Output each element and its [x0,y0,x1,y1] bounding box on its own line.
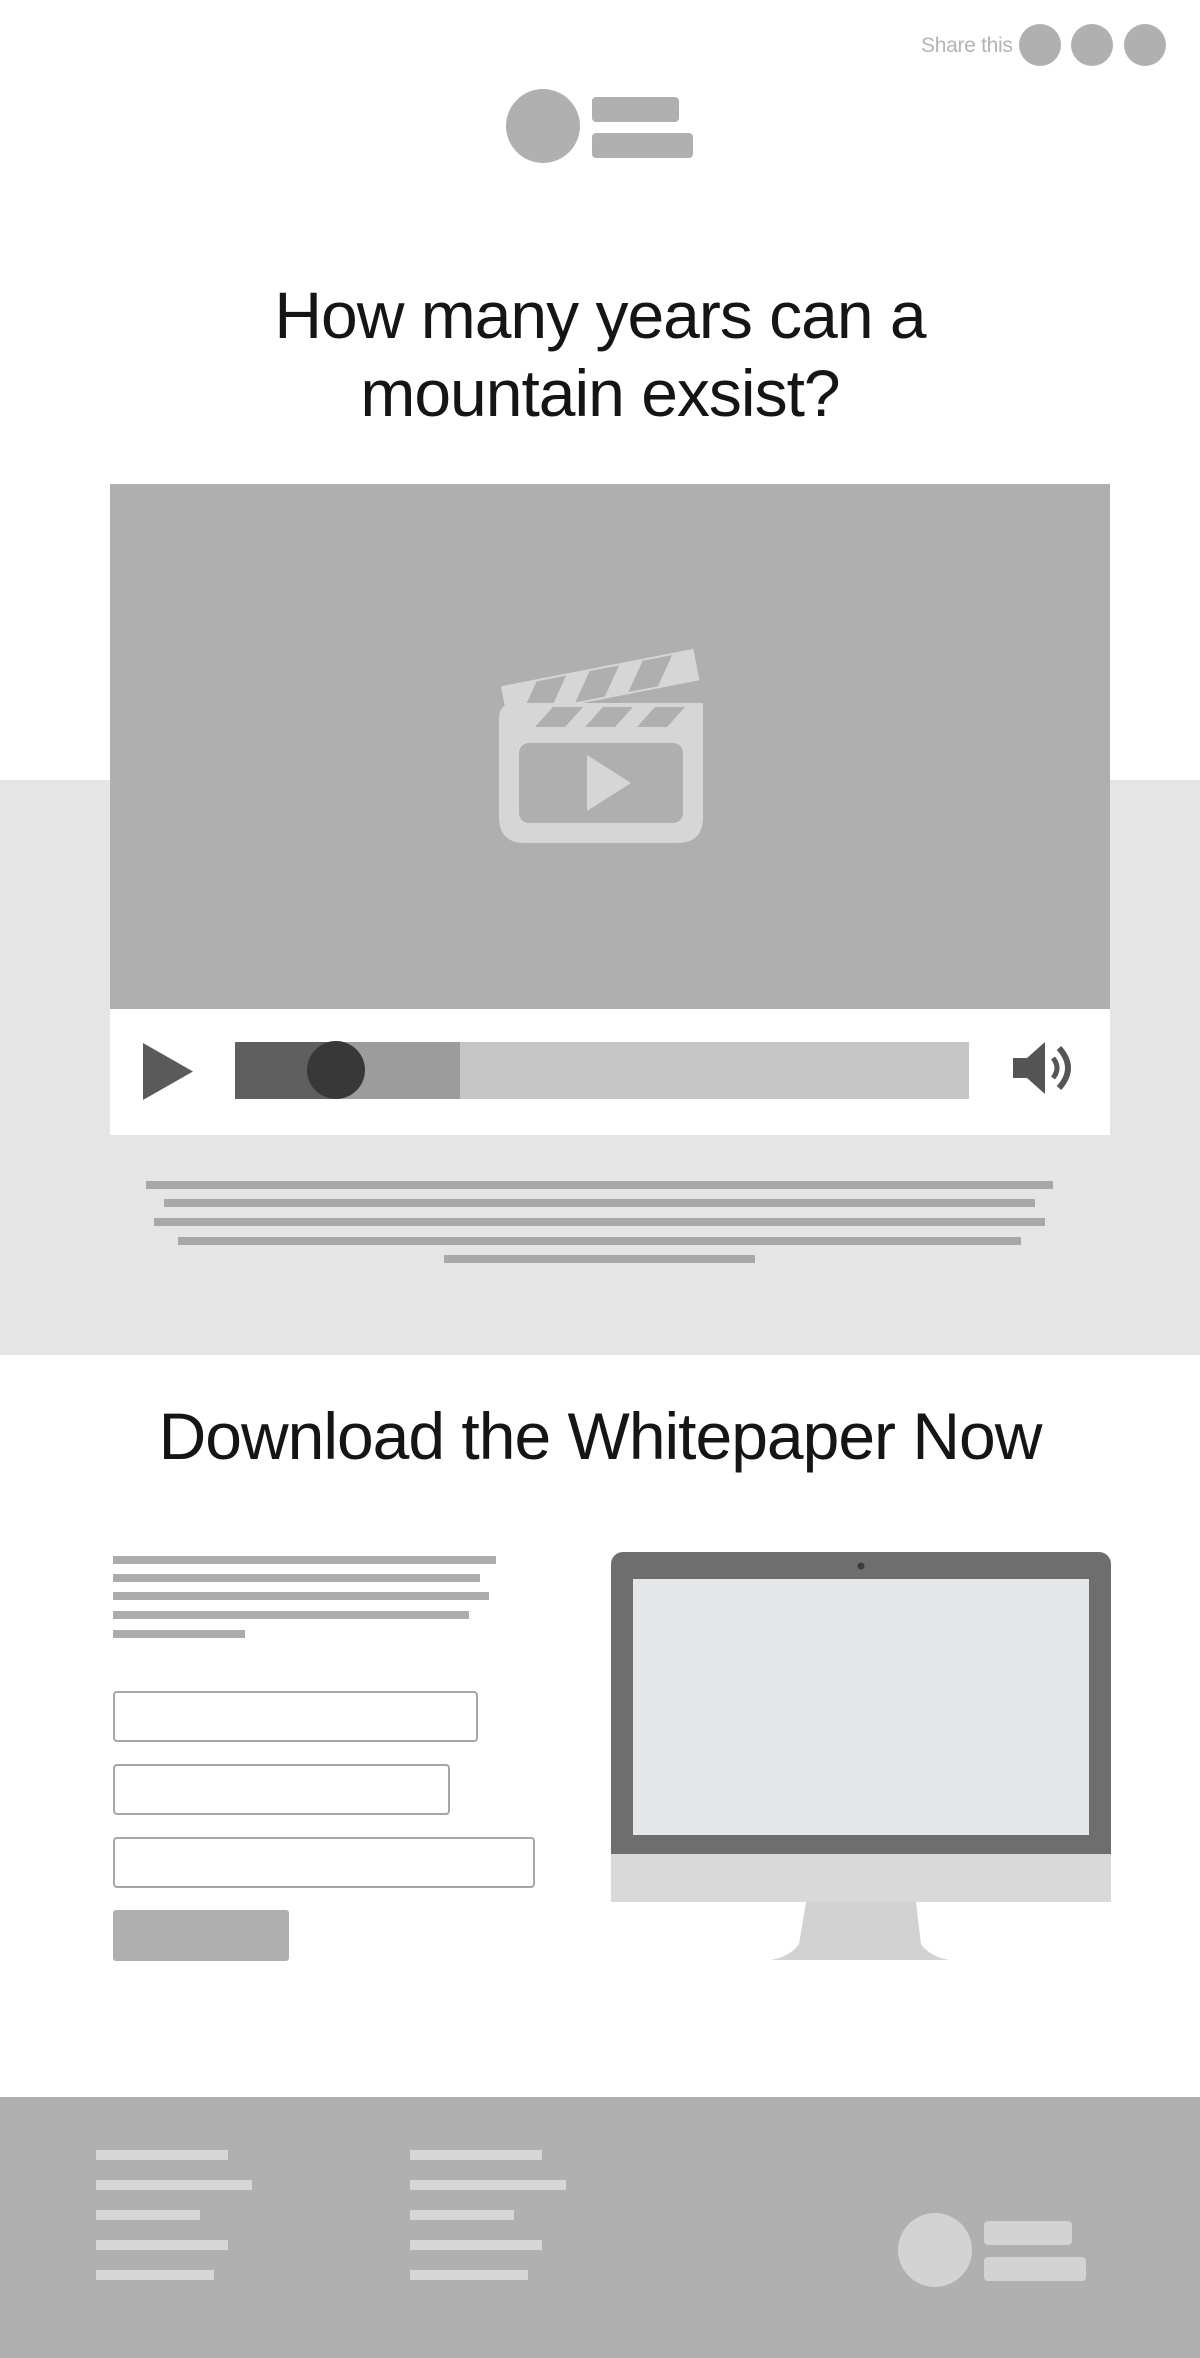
film-clapper-icon [499,648,703,843]
play-icon[interactable] [143,1043,193,1100]
logo-bar [592,97,679,122]
footer-link[interactable] [96,2240,228,2250]
name-field[interactable] [113,1691,478,1742]
desktop-monitor-icon [611,1552,1111,1960]
footer-link[interactable] [410,2180,566,2190]
share-label: Share this [921,34,1013,57]
logo-bar [592,133,693,158]
footer-link[interactable] [410,2240,542,2250]
progress-knob[interactable] [307,1041,366,1099]
footer-link[interactable] [410,2150,542,2160]
text-line [154,1218,1045,1226]
text-line [113,1630,245,1638]
text-line [113,1574,480,1582]
footer-logo-bar [984,2221,1072,2245]
email-field[interactable] [113,1764,450,1815]
footer-link[interactable] [410,2210,514,2220]
whitepaper-title: Download the Whitepaper Now [158,1399,1043,1473]
text-line [164,1199,1035,1207]
footer-logo[interactable] [898,2213,1088,2289]
text-line [178,1237,1021,1245]
footer-logo-bar [984,2257,1086,2281]
footer-logo-circle [898,2213,972,2287]
share-icon[interactable] [1019,24,1061,66]
volume-icon[interactable] [1011,1040,1079,1096]
site-logo[interactable] [506,89,694,165]
footer-link[interactable] [96,2210,200,2220]
text-line [444,1255,755,1263]
share-icon[interactable] [1124,24,1166,66]
text-line [113,1592,489,1600]
text-line [113,1556,496,1564]
text-line [113,1611,469,1619]
footer-link[interactable] [410,2270,528,2280]
text-line [146,1181,1053,1189]
logo-circle [506,89,580,163]
footer-link[interactable] [96,2150,228,2160]
footer-link[interactable] [96,2180,252,2190]
hero-title: How many years can a mountain exsist? [274,278,926,430]
company-field[interactable] [113,1837,535,1888]
share-icon[interactable] [1071,24,1113,66]
submit-button[interactable] [113,1910,289,1961]
footer-link[interactable] [96,2270,214,2280]
